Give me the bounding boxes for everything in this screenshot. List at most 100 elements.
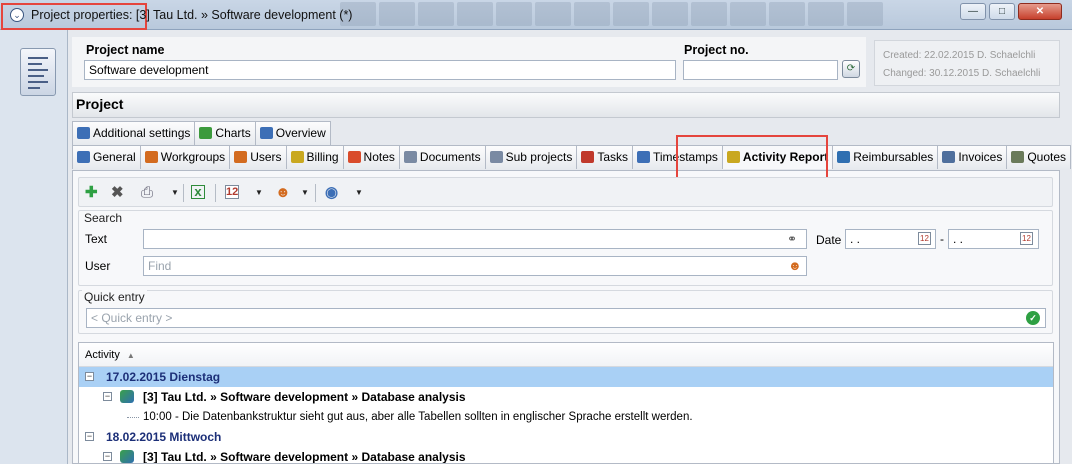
minimize-button[interactable]: — [960,3,986,20]
subproject-icon [489,151,503,163]
tab-notes[interactable]: Notes [342,145,400,169]
text-search-input[interactable] [143,229,807,249]
search-group-label: Search [82,211,125,225]
tab-label: Invoices [958,150,1003,164]
chart-icon [199,127,213,139]
activity-rows: − 17.02.2015 Dienstag − [3] Tau Ltd. » Soft… [79,367,1053,464]
activity-entry-label: [3] Tau Ltd. » Software development » Da… [143,450,466,464]
task-icon [120,450,134,463]
project-no-field[interactable] [683,60,838,80]
tab-overview[interactable]: Overview [254,121,331,145]
task-icon [120,390,134,403]
toolbar: ✚ ✖ ⎙ ▼ x 12 ▼ ☻ ▼ ◉ ▼ [78,177,1053,207]
tab-label: Additional settings [93,126,191,140]
window-title: Project properties: [3] Tau Ltd. » Softw… [31,8,353,22]
calendar-icon[interactable]: 12 [1020,232,1033,245]
tab-invoices[interactable]: Invoices [937,145,1008,169]
tab-quotes[interactable]: Quotes [1006,145,1072,169]
document-list-icon[interactable] [20,48,56,96]
tab-label: Overview [275,126,326,140]
tab-sub-projects[interactable]: Sub projects [484,145,578,169]
day-row[interactable]: − 18.02.2015 Mittwoch [79,427,1053,447]
tab-label: Quotes [1027,150,1067,164]
tab-billing[interactable]: Billing [285,145,344,169]
text-label: Text [85,232,108,246]
user-pick-icon[interactable]: ☻ [788,258,802,273]
maximize-button[interactable]: □ [989,3,1015,20]
add-icon[interactable]: ✚ [85,185,98,200]
column-header-activity[interactable]: Activity ▲ [79,343,1053,367]
tab-general[interactable]: General [72,145,141,169]
close-button[interactable]: ✕ [1018,3,1062,20]
users-icon [234,151,248,163]
group-icon [144,151,158,163]
tab-users[interactable]: Users [229,145,287,169]
tab-label: Reimbursables [853,150,934,164]
tasks-icon [581,151,595,163]
tab-label: Notes [363,150,395,164]
day-label: 17.02.2015 Dienstag [106,370,221,384]
delete-icon[interactable]: ✖ [111,185,124,200]
sort-ascending-icon: ▲ [126,351,135,360]
user-label: User [85,259,111,273]
tab-label: Tasks [597,150,628,164]
tab-label: Workgroups [160,150,226,164]
tab-label: Billing [306,150,339,164]
binoculars-icon[interactable]: ⚭ [787,232,797,246]
active-tab-highlight [676,135,828,180]
column-header-label: Activity [85,349,120,361]
project-name-field[interactable]: Software development [84,60,676,80]
activity-entry-label: [3] Tau Ltd. » Software development » Da… [143,390,466,404]
day-row[interactable]: − 17.02.2015 Dienstag [79,367,1053,387]
calendar-icon[interactable]: 12 [918,232,931,245]
tab-additional-settings[interactable]: Additional settings [72,121,196,145]
info-icon [77,151,90,163]
section-title: Project [72,92,1060,118]
activity-entry-row[interactable]: − [3] Tau Ltd. » Software development » D… [79,387,1053,407]
accept-icon[interactable]: ✓ [1026,311,1040,325]
billing-icon [290,151,304,163]
date-separator: - [940,232,944,246]
user-search-input[interactable]: Find [143,256,807,276]
tab-row-bottom: General Workgroups Users Billing Notes Docume… [72,145,1072,169]
excel-export-icon[interactable]: x [191,185,205,199]
activity-entry-row[interactable]: − [3] Tau Ltd. » Software development » D… [79,447,1053,464]
number-generator-icon[interactable]: ⟳ [842,60,860,78]
meta-info: Created: 22.02.2015 D. Schaelchli Change… [874,40,1060,86]
tab-charts[interactable]: Charts [194,121,256,145]
collapse-icon[interactable]: − [103,392,112,401]
view-icon[interactable]: ◉ [325,185,338,200]
collapse-icon[interactable]: − [85,372,94,381]
created-info: Created: 22.02.2015 D. Schaelchli [883,50,1036,61]
changed-info: Changed: 30.12.2015 D. Schaelchli [883,68,1041,79]
print-icon[interactable]: ⎙ [141,185,153,200]
calendar-dropdown-icon[interactable]: ▼ [255,188,263,197]
blurred-toolbar [340,2,940,26]
tree-connector [127,417,139,418]
print-dropdown-icon[interactable]: ▼ [171,188,179,197]
tab-workgroups[interactable]: Workgroups [139,145,231,169]
activity-note-text: 10:00 - Die Datenbankstruktur sieht gut … [143,411,693,423]
eye-icon [259,127,273,139]
invoices-icon [942,151,956,163]
calendar-icon[interactable]: 12 [225,185,239,199]
tab-label: Charts [215,126,251,140]
clock-icon [637,151,650,163]
collapse-icon[interactable]: − [103,452,112,461]
tab-label: Documents [419,150,481,164]
tab-tasks[interactable]: Tasks [576,145,633,169]
day-label: 18.02.2015 Mittwoch [106,430,222,444]
user-filter-icon[interactable]: ☻ [275,185,291,200]
tab-documents[interactable]: Documents [398,145,486,169]
collapse-icon[interactable]: − [85,432,94,441]
chevron-circle-icon[interactable]: ⌄ [10,8,24,22]
tab-reimbursables[interactable]: Reimbursables [832,145,939,169]
quick-entry-input[interactable]: < Quick entry > [86,308,1046,328]
project-no-label: Project no. [684,43,749,57]
activity-note-row[interactable]: 10:00 - Die Datenbankstruktur sieht gut … [79,407,1053,427]
view-dropdown-icon[interactable]: ▼ [355,188,363,197]
user-dropdown-icon[interactable]: ▼ [301,188,309,197]
activity-tree: Activity ▲ − 17.02.2015 Dienstag − [3] Tau … [78,342,1054,464]
tab-label: General [93,150,136,164]
tab-label: Users [250,150,282,164]
